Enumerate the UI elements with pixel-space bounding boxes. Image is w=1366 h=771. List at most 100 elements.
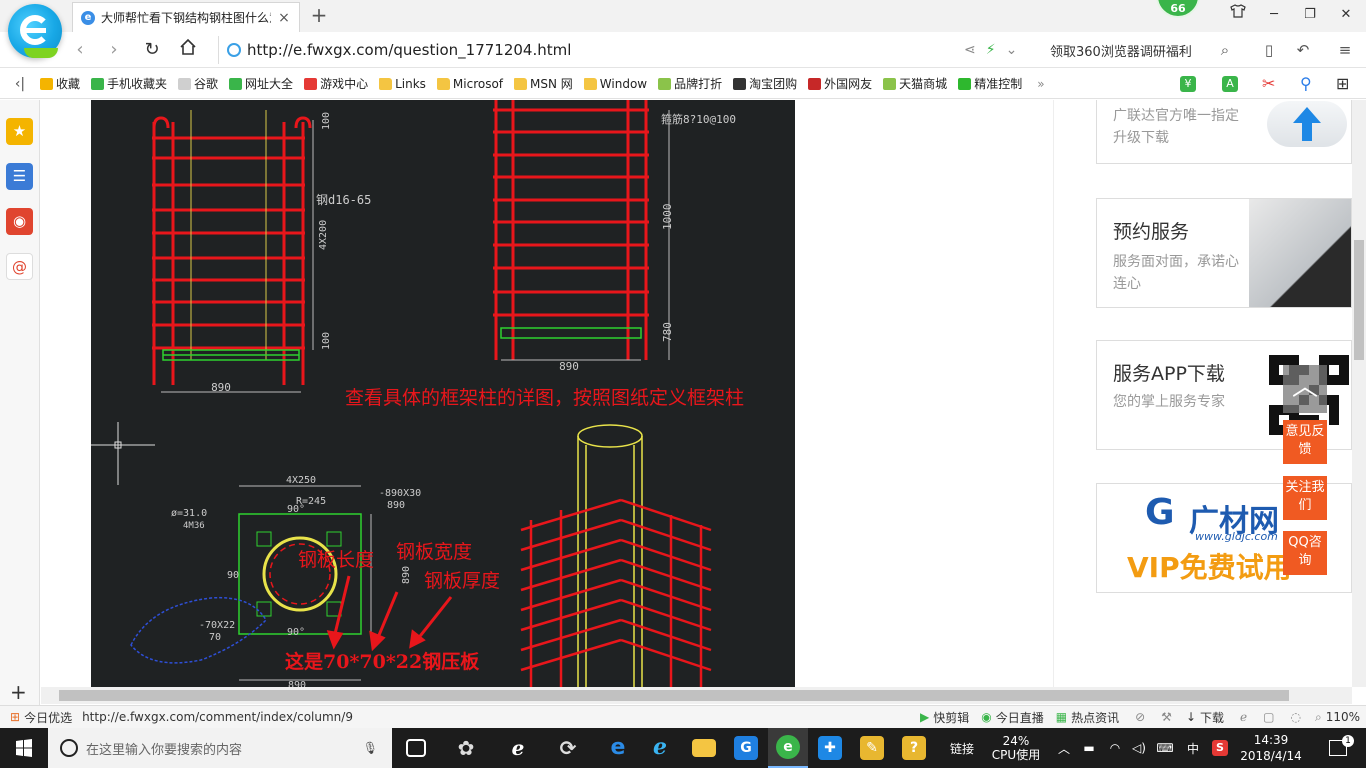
status-download[interactable]: ↓ 下载 (1186, 709, 1224, 726)
shield-icon[interactable]: ¥ (1180, 76, 1196, 92)
share-icon[interactable]: ⋖ (964, 42, 976, 58)
taskbar-search-box[interactable]: 在这里输入你要搜索的内容 🎙 (48, 728, 392, 768)
start-button[interactable] (0, 728, 48, 768)
bookmark-item[interactable]: MSN 网 (514, 75, 573, 92)
mail-icon[interactable]: @ (6, 253, 33, 280)
bookmark-item[interactable]: 品牌打折 (658, 75, 722, 92)
ad-card-appointment[interactable]: 预约服务 服务面对面，承诺心连心 (1096, 198, 1352, 308)
undo-icon[interactable]: ↶ (1292, 38, 1314, 62)
horizontal-scrollbar[interactable] (41, 687, 1352, 704)
clock[interactable]: 14:39 2018/4/14 (1236, 728, 1306, 768)
magnifier-icon[interactable]: ⚲ (1300, 74, 1312, 93)
browser-360-taskbar-icon[interactable]: e (768, 728, 808, 768)
bookmark-item[interactable]: 谷歌 (178, 75, 218, 92)
today-picks[interactable]: ⊞ 今日优选 (10, 709, 72, 726)
shirt-icon[interactable] (1220, 3, 1256, 27)
connect-app-icon[interactable]: ✚ (810, 728, 850, 768)
bookmark-item[interactable]: 天猫商城 (883, 75, 947, 92)
glodon-icon[interactable]: G (726, 728, 766, 768)
chevron-down-icon[interactable]: ⌄ (1006, 42, 1018, 58)
bookmark-item[interactable]: Window (583, 77, 647, 91)
notes-app-icon[interactable]: ✎ (852, 728, 892, 768)
fan-app-icon[interactable]: ✿ (446, 728, 486, 768)
sidebar-add-button[interactable]: + (10, 680, 27, 704)
lightning-icon[interactable]: ⚡ (986, 42, 996, 58)
search-icon[interactable]: ⌕ (1214, 38, 1236, 62)
status-quickcut[interactable]: ▶ 快剪辑 (920, 709, 969, 726)
qq-button[interactable]: QQ咨询 (1283, 531, 1327, 575)
bookmark-label: 网址大全 (245, 77, 294, 91)
file-explorer-icon[interactable] (684, 728, 724, 768)
new-tab-button[interactable]: + (306, 4, 332, 28)
bookmark-item[interactable]: Links (379, 77, 426, 91)
tab-close-button[interactable]: × (277, 10, 291, 26)
bookmark-item[interactable]: 淘宝团购 (733, 75, 797, 92)
browser-e-icon[interactable]: ℯ (498, 728, 538, 768)
vertical-scrollbar[interactable] (1352, 100, 1366, 687)
ie-mode-icon[interactable]: ℯ (1240, 710, 1247, 724)
back-button[interactable]: ‹ (68, 38, 92, 62)
zoom-control[interactable]: ⌕ 110% (1315, 710, 1360, 725)
action-center-icon[interactable]: 1 (1318, 728, 1358, 768)
bookmark-item[interactable]: Microsof (436, 77, 503, 91)
bookmark-item[interactable]: 游戏中心 (304, 75, 368, 92)
horizontal-scroll-thumb[interactable] (59, 690, 1289, 701)
feedback-button[interactable]: 意见反馈 (1283, 420, 1327, 464)
promo-link[interactable]: 领取360浏览器调研福利 (1050, 41, 1192, 60)
apps-grid-icon[interactable]: ⊞ (1336, 74, 1349, 93)
keyboard-icon[interactable]: ⌨ (1152, 728, 1178, 768)
follow-button[interactable]: 关注我们 (1283, 476, 1327, 520)
back-to-top-button[interactable]: ︿ (1283, 365, 1327, 413)
bookmark-item[interactable]: 精准控制 (958, 75, 1022, 92)
wifi-icon[interactable]: ◠ (1104, 728, 1126, 768)
cad-drawing-image: 890 100 4X200 100 钢d16-65 890 1000 780 箍… (91, 100, 795, 687)
maximize-button[interactable]: ❐ (1292, 3, 1328, 27)
forward-button[interactable]: › (102, 38, 126, 62)
accelerate-icon[interactable]: ⊘ (1135, 710, 1145, 724)
ime-indicator[interactable]: 中 (1182, 728, 1204, 768)
links-toolbar[interactable]: 链接 (942, 728, 982, 768)
refresh-icon[interactable]: ↻ (140, 38, 164, 62)
favorites-star-icon[interactable]: ★ (6, 118, 33, 145)
tray-expand-icon[interactable]: ︿ (1054, 728, 1074, 768)
window-icon[interactable]: ▢ (1263, 710, 1274, 724)
bookmark-item[interactable]: 手机收藏夹 (91, 75, 167, 92)
menu-icon[interactable]: ≡ (1334, 38, 1356, 62)
tab-favicon-icon: e (81, 10, 95, 25)
status-news[interactable]: ▦ 热点资讯 (1056, 709, 1119, 726)
more-bookmarks-icon[interactable]: » (1037, 77, 1044, 91)
ad-card-upgrade[interactable]: 广联达官方唯一指定升级下载 (1096, 100, 1352, 164)
bookmark-item[interactable]: 外国网友 (808, 75, 872, 92)
mobile-icon[interactable]: ▯ (1258, 38, 1280, 62)
tray-app-icon[interactable]: ▬ (1078, 728, 1100, 768)
ad-app-text: 您的掌上服务专家 (1113, 394, 1225, 410)
volume-icon[interactable]: ◁) (1128, 728, 1150, 768)
close-window-button[interactable]: ✕ (1328, 3, 1364, 27)
clock-date: 2018/4/14 (1240, 749, 1302, 763)
browser-tab[interactable]: e 大师帮忙看下钢结构钢柱图什么意思 × (72, 2, 300, 32)
status-live[interactable]: ◉ 今日直播 (981, 709, 1044, 726)
bookmark-item[interactable]: 收藏 (40, 75, 80, 92)
sogou-icon[interactable]: S (1208, 728, 1232, 768)
microphone-icon[interactable]: 🎙 (363, 741, 378, 755)
vertical-scroll-thumb[interactable] (1354, 240, 1364, 360)
live-icon: ◉ (981, 710, 992, 724)
sidebar-toggle-icon[interactable]: ‹| (0, 76, 40, 92)
url-field[interactable]: http://e.fwxgx.com/question_1771204.html (218, 36, 1036, 64)
scissors-icon[interactable]: ✂ (1262, 74, 1275, 93)
browser-logo-icon[interactable] (8, 4, 62, 58)
ie-icon[interactable]: ℯ (640, 728, 680, 768)
bookmark-item[interactable]: 网址大全 (229, 75, 293, 92)
translate-icon[interactable]: A (1222, 76, 1238, 92)
spiral-app-icon[interactable]: ⟳ (548, 728, 588, 768)
task-view-icon[interactable] (396, 728, 436, 768)
home-icon[interactable] (176, 38, 200, 62)
minimize-button[interactable]: ─ (1256, 3, 1292, 27)
weibo-icon[interactable]: ◉ (6, 208, 33, 235)
tools-icon[interactable]: ⚒ (1161, 710, 1172, 724)
help-app-icon[interactable]: ? (894, 728, 934, 768)
mute-icon[interactable]: ◌ (1290, 710, 1300, 724)
cpu-monitor[interactable]: 24% CPU使用 (986, 728, 1046, 768)
edge-icon[interactable]: e (598, 728, 638, 768)
news-list-icon[interactable]: ☰ (6, 163, 33, 190)
